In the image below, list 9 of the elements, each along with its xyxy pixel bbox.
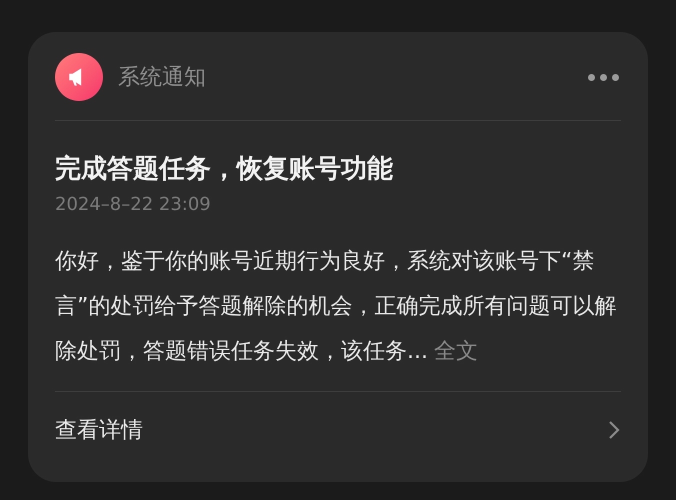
notification-title: 完成答题任务，恢复账号功能	[55, 153, 394, 186]
megaphone-icon	[55, 53, 103, 101]
chevron-right-icon	[607, 419, 621, 441]
notification-source: 系统通知	[118, 64, 206, 92]
view-details-row[interactable]: 查看详情	[55, 392, 621, 468]
notification-body: 你好，鉴于你的账号近期行为良好，系统对该账号下“禁言”的处罚给予答题解除的机会，正确完成所有问题可以解除处罚，答题错误任务失效，该任务... 全文	[55, 248, 618, 366]
more-icon[interactable]	[588, 74, 619, 80]
notification-date: 2024–8–22 23:09	[55, 193, 212, 217]
full-text-link[interactable]: 全文	[434, 339, 478, 364]
